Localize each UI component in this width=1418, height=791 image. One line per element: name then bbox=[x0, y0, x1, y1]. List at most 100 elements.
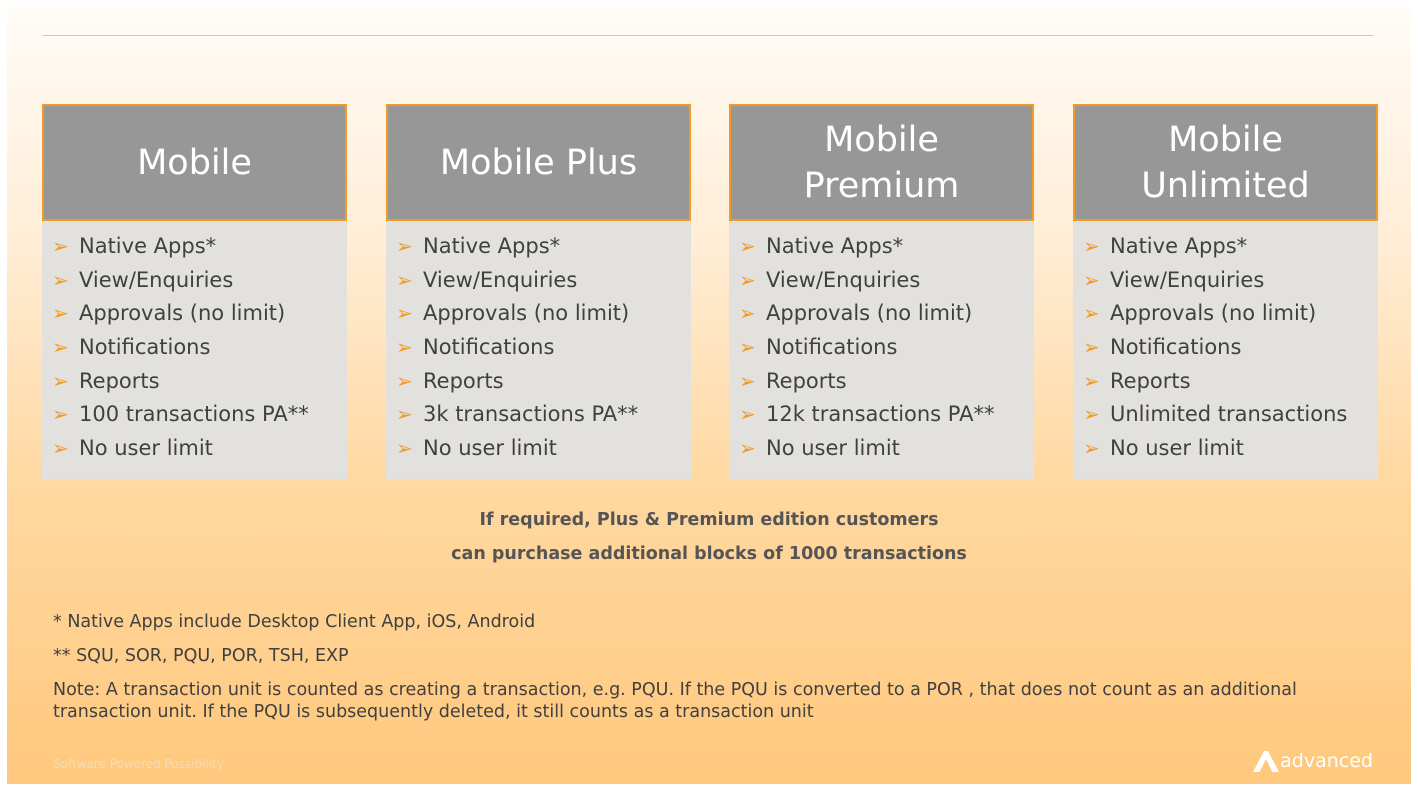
feature-label: Approvals (no limit) bbox=[423, 301, 630, 326]
plan-title: Mobile Premium bbox=[803, 119, 960, 206]
feature-item: ➢ Notifications bbox=[52, 330, 347, 364]
feature-label: View/Enquiries bbox=[1110, 267, 1265, 292]
footnote-native-apps: * Native Apps include Desktop Client App… bbox=[53, 612, 536, 632]
feature-label: Native Apps* bbox=[1110, 233, 1248, 258]
feature-item: ➢ No user limit bbox=[396, 431, 691, 465]
plan-card-mobile-premium: Mobile Premium ➢ Native Apps* ➢ View/Enqui… bbox=[729, 104, 1034, 479]
feature-item: ➢ No user limit bbox=[739, 431, 1034, 465]
feature-item: ➢ Notifications bbox=[739, 330, 1034, 364]
arrow-bullet-icon: ➢ bbox=[52, 267, 69, 292]
feature-label: 3k transactions PA** bbox=[423, 402, 639, 427]
arrow-bullet-icon: ➢ bbox=[52, 435, 69, 460]
feature-label: No user limit bbox=[423, 435, 557, 460]
arrow-bullet-icon: ➢ bbox=[1083, 368, 1100, 393]
feature-label: Native Apps* bbox=[766, 233, 904, 258]
feature-label: View/Enquiries bbox=[766, 267, 921, 292]
arrow-bullet-icon: ➢ bbox=[396, 267, 413, 292]
feature-label: Notifications bbox=[79, 334, 211, 359]
arrow-bullet-icon: ➢ bbox=[396, 301, 413, 326]
arrow-bullet-icon: ➢ bbox=[396, 368, 413, 393]
feature-label: View/Enquiries bbox=[79, 267, 234, 292]
feature-label: Reports bbox=[766, 368, 847, 393]
feature-label: Notifications bbox=[766, 334, 898, 359]
plan-header: Mobile Plus bbox=[386, 104, 691, 221]
arrow-bullet-icon: ➢ bbox=[739, 435, 756, 460]
plan-header: Mobile Premium bbox=[729, 104, 1034, 221]
feature-item: ➢ Notifications bbox=[1083, 330, 1378, 364]
callout-line-1: If required, Plus & Premium edition cust… bbox=[479, 510, 939, 530]
feature-label: No user limit bbox=[766, 435, 900, 460]
arrow-bullet-icon: ➢ bbox=[52, 368, 69, 393]
feature-label: 12k transactions PA** bbox=[766, 402, 995, 427]
feature-item: ➢ Native Apps* bbox=[52, 229, 347, 263]
feature-item: ➢ Native Apps* bbox=[739, 229, 1034, 263]
feature-item: ➢ No user limit bbox=[1083, 431, 1378, 465]
feature-label: Native Apps* bbox=[79, 233, 217, 258]
arrow-bullet-icon: ➢ bbox=[1083, 267, 1100, 292]
arrow-bullet-icon: ➢ bbox=[739, 368, 756, 393]
feature-item: ➢ Native Apps* bbox=[396, 229, 691, 263]
plan-card-mobile: Mobile ➢ Native Apps* ➢ View/Enquiries ➢ Ap… bbox=[42, 104, 347, 479]
feature-label: Approvals (no limit) bbox=[766, 301, 973, 326]
feature-item: ➢ Notifications bbox=[396, 330, 691, 364]
feature-label: No user limit bbox=[1110, 435, 1244, 460]
feature-label: Unlimited transactions bbox=[1110, 402, 1348, 427]
arrow-bullet-icon: ➢ bbox=[396, 402, 413, 427]
feature-item: ➢ View/Enquiries bbox=[396, 263, 691, 297]
plan-features: ➢ Native Apps* ➢ View/Enquiries ➢ Approvals… bbox=[729, 221, 1034, 479]
arrow-bullet-icon: ➢ bbox=[1083, 334, 1100, 359]
feature-item: ➢ Reports bbox=[396, 364, 691, 398]
plan-features: ➢ Native Apps* ➢ View/Enquiries ➢ Approvals… bbox=[1073, 221, 1378, 479]
feature-label: Reports bbox=[79, 368, 160, 393]
feature-item: ➢ 100 transactions PA** bbox=[52, 397, 347, 431]
feature-item: ➢ Approvals (no limit) bbox=[739, 296, 1034, 330]
brand-name: advanced bbox=[1280, 750, 1373, 772]
plan-header: Mobile bbox=[42, 104, 347, 221]
feature-label: Approvals (no limit) bbox=[1110, 301, 1317, 326]
feature-label: No user limit bbox=[79, 435, 213, 460]
plan-header: Mobile Unlimited bbox=[1073, 104, 1378, 221]
feature-label: View/Enquiries bbox=[423, 267, 578, 292]
plan-features: ➢ Native Apps* ➢ View/Enquiries ➢ Approvals… bbox=[386, 221, 691, 479]
arrow-bullet-icon: ➢ bbox=[739, 402, 756, 427]
arrow-bullet-icon: ➢ bbox=[396, 233, 413, 258]
arrow-bullet-icon: ➢ bbox=[1083, 435, 1100, 460]
plan-features: ➢ Native Apps* ➢ View/Enquiries ➢ Approvals… bbox=[42, 221, 347, 479]
footnote-transaction-types: ** SQU, SOR, PQU, POR, TSH, EXP bbox=[53, 646, 349, 666]
feature-item: ➢ Reports bbox=[52, 364, 347, 398]
arrow-bullet-icon: ➢ bbox=[396, 334, 413, 359]
feature-item: ➢ 12k transactions PA** bbox=[739, 397, 1034, 431]
feature-item: ➢ Reports bbox=[739, 364, 1034, 398]
feature-label: Reports bbox=[1110, 368, 1191, 393]
feature-item: ➢ View/Enquiries bbox=[1083, 263, 1378, 297]
feature-item: ➢ Reports bbox=[1083, 364, 1378, 398]
arrow-bullet-icon: ➢ bbox=[739, 301, 756, 326]
arrow-bullet-icon: ➢ bbox=[1083, 402, 1100, 427]
feature-item: ➢ Approvals (no limit) bbox=[52, 296, 347, 330]
arrow-bullet-icon: ➢ bbox=[52, 334, 69, 359]
feature-label: Approvals (no limit) bbox=[79, 301, 286, 326]
advanced-logo-icon bbox=[1253, 751, 1280, 772]
footnote-note: Note: A transaction unit is counted as c… bbox=[53, 680, 1297, 722]
arrow-bullet-icon: ➢ bbox=[52, 301, 69, 326]
plan-title: Mobile Unlimited bbox=[1141, 119, 1310, 206]
arrow-bullet-icon: ➢ bbox=[52, 233, 69, 258]
feature-item: ➢ Native Apps* bbox=[1083, 229, 1378, 263]
feature-item: ➢ Approvals (no limit) bbox=[1083, 296, 1378, 330]
feature-item: ➢ View/Enquiries bbox=[52, 263, 347, 297]
feature-label: Notifications bbox=[423, 334, 555, 359]
arrow-bullet-icon: ➢ bbox=[739, 233, 756, 258]
feature-label: 100 transactions PA** bbox=[79, 402, 309, 427]
feature-item: ➢ Approvals (no limit) bbox=[396, 296, 691, 330]
arrow-bullet-icon: ➢ bbox=[52, 402, 69, 427]
brand-logo: advanced bbox=[1253, 751, 1373, 772]
arrow-bullet-icon: ➢ bbox=[396, 435, 413, 460]
arrow-bullet-icon: ➢ bbox=[739, 267, 756, 292]
top-divider bbox=[42, 35, 1374, 36]
plan-card-mobile-unlimited: Mobile Unlimited ➢ Native Apps* ➢ View/Enq… bbox=[1073, 104, 1378, 479]
plan-title: Mobile Plus bbox=[439, 142, 638, 183]
feature-item: ➢ View/Enquiries bbox=[739, 263, 1034, 297]
feature-item: ➢ No user limit bbox=[52, 431, 347, 465]
feature-label: Notifications bbox=[1110, 334, 1242, 359]
arrow-bullet-icon: ➢ bbox=[1083, 233, 1100, 258]
